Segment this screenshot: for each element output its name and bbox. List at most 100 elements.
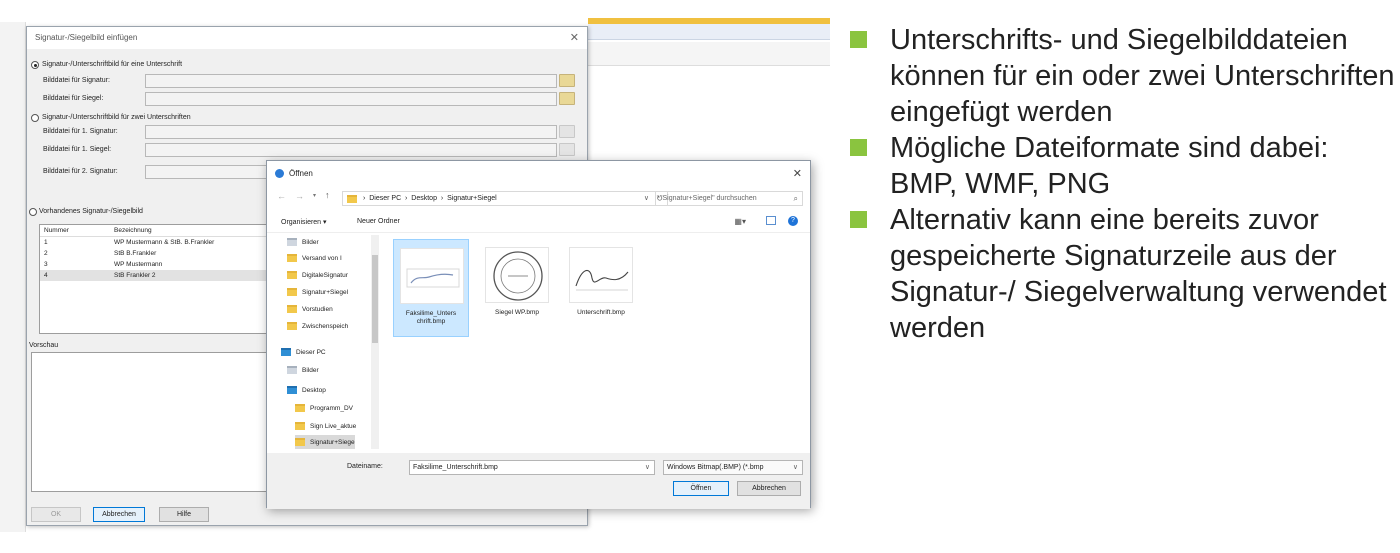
cancel-button[interactable]: Abbrechen [93, 507, 145, 522]
radio-existing[interactable] [29, 208, 37, 216]
open-dialog-titlebar: Öffnen ✕ [267, 161, 810, 187]
nav-item-label: Bilder [302, 367, 319, 374]
row-number: 2 [44, 250, 48, 257]
slide-bullet-list: Unterschrifts- und Siegelbilddateien kön… [846, 22, 1396, 346]
list-row-selected[interactable]: 4 StB Frankler 2 [40, 270, 268, 281]
breadcrumb-folder[interactable]: Signatur+Siegel [447, 195, 497, 202]
nav-item-zwischenspeicher[interactable]: Zwischenspeich [287, 319, 348, 334]
search-input[interactable]: "Signatur+Siegel" durchsuchen ⌕ [655, 191, 803, 206]
nav-item-label: Dieser PC [296, 349, 326, 356]
radio-one-signature[interactable] [31, 61, 39, 69]
file-item[interactable]: Siegel WP.bmp [479, 239, 555, 337]
nav-item-digitalesignatur[interactable]: DigitaleSignatur [287, 268, 348, 283]
sig1-file-field[interactable] [145, 125, 557, 139]
nav-item-programm[interactable]: Programm_DV [295, 401, 353, 416]
open-cancel-button[interactable]: Abbrechen [737, 481, 801, 496]
ok-button[interactable]: OK [31, 507, 81, 522]
file-thumbnail [485, 247, 549, 303]
breadcrumb-sep-icon: › [403, 195, 410, 202]
list-row[interactable]: 2 StB B.Frankler [40, 248, 268, 259]
desktop-icon [287, 386, 297, 395]
browse-seal1-button[interactable] [559, 143, 575, 156]
address-bar[interactable]: › Dieser PC › Desktop › Signatur+Siegel … [342, 191, 668, 206]
radio-two-signatures[interactable] [31, 114, 39, 122]
open-button[interactable]: Öffnen [673, 481, 729, 496]
nav-item-signatur-siegel[interactable]: Signatur+Siegel [287, 285, 348, 300]
label-seal1-file: Bilddatei für 1. Siegel: [43, 146, 112, 153]
nav-item-label: DigitaleSignatur [302, 272, 348, 279]
breadcrumb-desktop[interactable]: Desktop [411, 195, 437, 202]
nav-item-bilder[interactable]: Bilder [287, 235, 319, 250]
list-row[interactable]: 3 WP Mustermann [40, 259, 268, 270]
file-name-line2: chrift.bmp [416, 318, 446, 325]
organize-button[interactable]: Organisieren ▾ [281, 218, 327, 226]
option-two-label: Signatur-/Unterschriftbild für zwei Unte… [42, 114, 191, 121]
close-icon[interactable]: ✕ [793, 167, 802, 180]
background-app-ribbon [588, 24, 830, 40]
close-icon[interactable]: ✕ [570, 31, 579, 44]
file-name: Siegel WP.bmp [479, 309, 555, 317]
folder-icon [287, 305, 297, 314]
column-header-description[interactable]: Bezeichnung [114, 227, 152, 234]
file-name-line1: Siegel WP.bmp [495, 309, 539, 316]
preview-pane-icon[interactable] [766, 216, 776, 225]
column-header-number[interactable]: Nummer [44, 227, 69, 234]
chevron-down-icon[interactable]: ∨ [645, 461, 650, 474]
recent-locations-icon[interactable]: ▾ [313, 192, 316, 199]
new-folder-button[interactable]: Neuer Ordner [357, 218, 400, 225]
filetype-select[interactable]: Windows Bitmap(.BMP) (*.bmp ∨ [663, 460, 803, 475]
list-row[interactable]: 1 WP Mustermann & StB. B.Frankler [40, 237, 268, 248]
pictures-icon [287, 366, 297, 375]
nav-item-signatur-siegel-selected[interactable]: Signatur+Siege [295, 435, 355, 449]
bullet-item: Alternativ kann eine bereits zuvor gespe… [846, 202, 1396, 346]
folder-icon [287, 271, 297, 280]
bullet-item: Unterschrifts- und Siegelbilddateien kön… [846, 22, 1396, 130]
nav-item-vorstudien[interactable]: Vorstudien [287, 302, 333, 317]
help-button[interactable]: Hilfe [159, 507, 209, 522]
browse-seal-button[interactable] [559, 92, 575, 105]
preview-area [31, 352, 271, 492]
file-thumbnail [569, 247, 633, 303]
file-item-selected[interactable]: Faksilime_Unters chrift.bmp [393, 239, 469, 337]
open-file-dialog: Öffnen ✕ ← → ▾ ↑ › Dieser PC › Desktop ›… [266, 160, 811, 509]
chevron-down-icon[interactable]: ∨ [644, 192, 649, 205]
browse-sig1-button[interactable] [559, 125, 575, 138]
scrollbar-thumb[interactable] [372, 255, 378, 343]
screenshot: Signatur-/Siegelbild einfügen ✕ Signatur… [0, 0, 830, 535]
list-header: Nummer Bezeichnung [40, 225, 268, 237]
label-sig2-file: Bilddatei für 2. Signatur: [43, 168, 118, 175]
sig2-file-field[interactable] [145, 165, 275, 179]
pictures-icon [287, 238, 297, 247]
filename-value: Faksilime_Unterschrift.bmp [413, 464, 498, 471]
breadcrumb-this-pc[interactable]: Dieser PC [369, 195, 401, 202]
open-dialog-title: Öffnen [289, 169, 313, 178]
bullet-text: Unterschrifts- und Siegelbilddateien kön… [890, 24, 1395, 128]
seal-file-field[interactable] [145, 92, 557, 106]
nav-scrollbar[interactable] [371, 235, 379, 449]
nav-item-bilder-pc[interactable]: Bilder [287, 363, 319, 378]
file-item[interactable]: Unterschrift.bmp [563, 239, 639, 337]
seal1-file-field[interactable] [145, 143, 557, 157]
bullet-square-icon [850, 139, 867, 156]
nav-item-label: Desktop [302, 387, 326, 394]
folder-icon [347, 195, 357, 203]
nav-item-this-pc[interactable]: Dieser PC [281, 345, 326, 360]
filename-input[interactable]: Faksilime_Unterschrift.bmp ∨ [409, 460, 655, 475]
nav-item-desktop[interactable]: Desktop [287, 383, 326, 398]
nav-item-signlive[interactable]: Sign Live_aktue [295, 419, 356, 434]
handwritten-signature-icon [575, 269, 629, 291]
up-arrow-icon[interactable]: ↑ [325, 190, 330, 200]
seal-image-icon [493, 251, 543, 301]
forward-arrow-icon[interactable]: → [295, 191, 304, 201]
back-arrow-icon[interactable]: ← [277, 191, 286, 201]
sig-file-field[interactable] [145, 74, 557, 88]
chevron-down-icon[interactable]: ∨ [793, 461, 798, 474]
nav-item-versand[interactable]: Versand von I [287, 251, 342, 266]
help-icon[interactable]: ? [788, 216, 798, 226]
option-one-label: Signatur-/Unterschriftbild für eine Unte… [42, 61, 183, 68]
existing-signatures-list[interactable]: Nummer Bezeichnung 1 WP Mustermann & StB… [39, 224, 269, 334]
browse-sig-button[interactable] [559, 74, 575, 87]
file-name: Faksilime_Unters chrift.bmp [394, 310, 468, 326]
folder-icon [295, 422, 305, 431]
view-options-icon[interactable]: ▦▾ [734, 217, 746, 226]
